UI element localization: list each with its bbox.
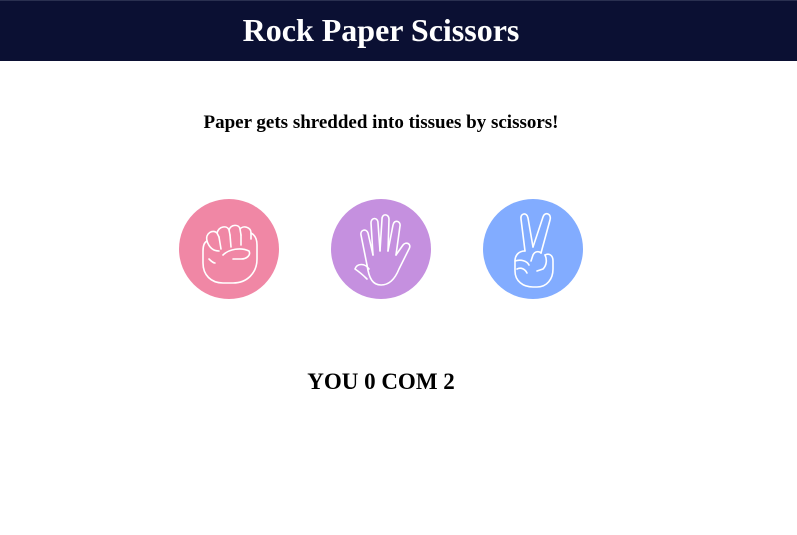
rock-button[interactable] (179, 199, 279, 299)
fist-icon (202, 224, 258, 284)
paper-button[interactable] (331, 199, 431, 299)
app-header: Rock Paper Scissors (0, 0, 797, 61)
scissors-button[interactable] (483, 199, 583, 299)
page-title: Rock Paper Scissors (242, 12, 520, 48)
result-message: Paper gets shredded into tissues by scis… (203, 112, 559, 133)
peace-sign-icon (514, 212, 554, 288)
open-hand-icon (354, 214, 411, 286)
score-display: YOU 0 COM 2 (307, 369, 455, 394)
